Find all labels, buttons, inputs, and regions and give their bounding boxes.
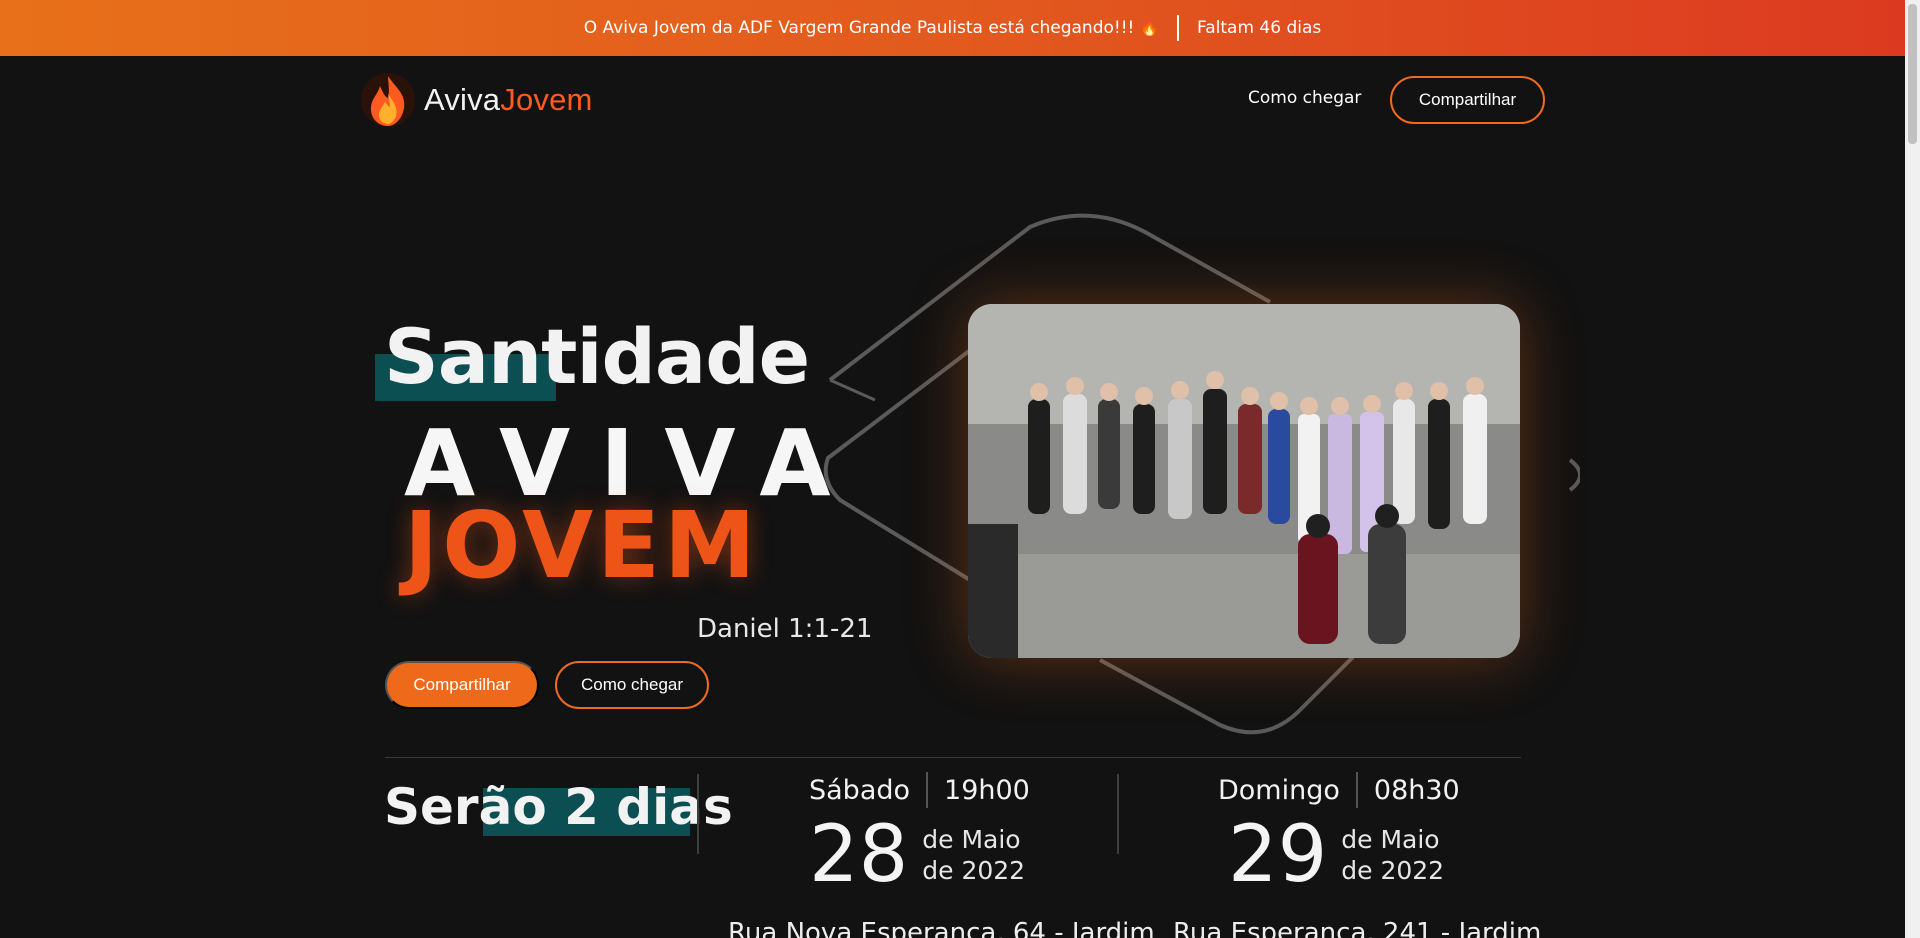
event-weekday: Domingo: [1218, 774, 1340, 806]
flame-logo-icon: [361, 73, 415, 127]
logo-text: AvivaJovem: [424, 82, 593, 117]
countdown-text: Faltam 46 dias: [1197, 18, 1322, 38]
group-photo: [968, 304, 1520, 658]
event-time: 08h30: [1373, 774, 1460, 806]
scrollbar-thumb[interactable]: [1908, 4, 1917, 144]
event-month-year: de Maio de 2022: [1341, 825, 1445, 885]
event-theme: Santidade: [384, 312, 810, 401]
site-logo[interactable]: AvivaJovem: [360, 72, 593, 128]
section-divider: [385, 757, 1521, 758]
event-day-1: Sábado 19h00 28 de Maio de 2022: [809, 772, 1030, 894]
event-weekday: Sábado: [809, 774, 911, 806]
event-day-number: 28: [809, 810, 909, 900]
banner-message: O Aviva Jovem da ADF Vargem Grande Pauli…: [583, 18, 1160, 38]
event-month-year: de Maio de 2022: [922, 825, 1026, 885]
nav-como-chegar-link[interactable]: Como chegar: [1248, 88, 1361, 108]
schedule-divider: [1117, 774, 1119, 854]
hero-share-button[interactable]: Compartilhar: [385, 661, 539, 709]
page-scrollbar[interactable]: [1905, 0, 1920, 938]
event-address: Rua Esperança, 241 - Jardim: [1173, 918, 1542, 938]
event-day-number: 29: [1228, 810, 1328, 900]
fire-icon: 🔥: [1140, 19, 1160, 37]
schedule-divider: [697, 774, 699, 854]
hero-directions-button[interactable]: Como chegar: [555, 661, 709, 709]
announcement-banner: O Aviva Jovem da ADF Vargem Grande Pauli…: [0, 0, 1905, 56]
event-day-2: Domingo 08h30 29 de Maio de 2022: [1218, 772, 1460, 894]
hero-title-jovem: JOVEM: [404, 492, 760, 599]
schedule-heading: Serão 2 dias: [384, 778, 733, 836]
header-share-button[interactable]: Compartilhar: [1390, 76, 1545, 124]
bible-verse: Daniel 1:1-21: [697, 614, 873, 644]
banner-divider: [1177, 15, 1180, 41]
choir-photo-image: [968, 304, 1520, 658]
event-address: Rua Nova Esperança, 64 - Jardim: [728, 918, 1155, 938]
event-time: 19h00: [944, 774, 1030, 806]
